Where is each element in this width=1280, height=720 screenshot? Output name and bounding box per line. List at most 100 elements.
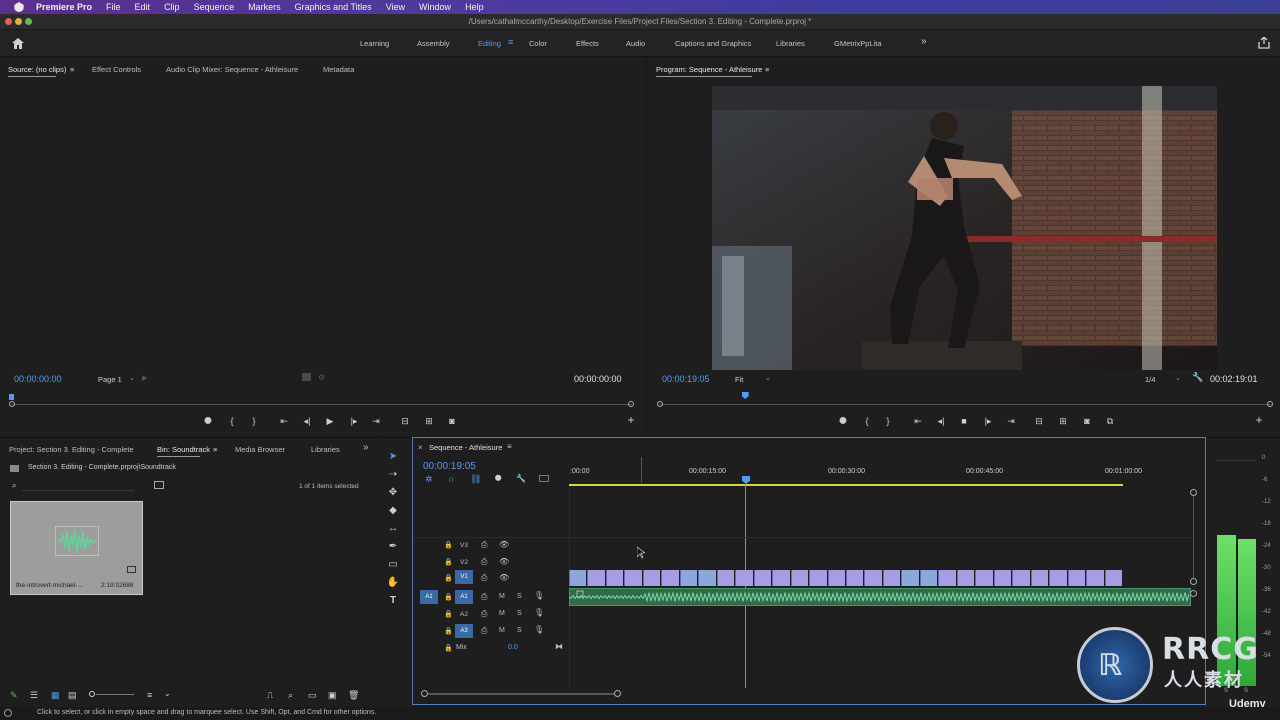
source-panel-menu-icon[interactable]: ≡ bbox=[70, 65, 74, 74]
v1-video-clip[interactable] bbox=[1086, 570, 1104, 586]
menu-edit[interactable]: Edit bbox=[135, 2, 151, 12]
source-zoom-handle-left[interactable] bbox=[9, 401, 15, 407]
v1-video-clip[interactable] bbox=[790, 570, 809, 586]
page-next-icon[interactable]: ▶ bbox=[142, 374, 147, 382]
v1-video-clip[interactable] bbox=[661, 570, 679, 586]
a1-mute-button[interactable]: M bbox=[499, 593, 505, 600]
type-tool-icon[interactable]: T bbox=[386, 594, 400, 608]
source-go-to-out-icon[interactable]: ⇥ bbox=[370, 416, 382, 426]
audio-vscroll-top-handle[interactable] bbox=[1190, 590, 1197, 597]
new-bin-from-search-icon[interactable] bbox=[154, 481, 164, 489]
v1-video-clip[interactable] bbox=[919, 570, 938, 586]
tab-bin-soundtrack[interactable]: Bin: Soundtrack bbox=[157, 445, 210, 457]
program-extract-icon[interactable]: ⊞ bbox=[1057, 416, 1069, 426]
workspace-editing[interactable]: Editing bbox=[478, 39, 501, 48]
v1-video-clip[interactable] bbox=[679, 570, 698, 586]
program-mark-in-icon[interactable]: { bbox=[861, 416, 873, 426]
tab-sequence-athleisure[interactable]: Sequence - Athleisure bbox=[429, 443, 502, 452]
v1-video-clip[interactable] bbox=[1030, 570, 1049, 586]
program-zoom-select[interactable]: Fit bbox=[735, 375, 743, 384]
v1-video-clip[interactable] bbox=[716, 570, 735, 586]
workspace-captions-and-graphics[interactable]: Captions and Graphics bbox=[675, 39, 751, 48]
ripple-edit-tool-icon[interactable]: ✥ bbox=[386, 486, 400, 500]
workspace-effects[interactable]: Effects bbox=[576, 39, 599, 48]
insert-nest-icon[interactable]: ✲ bbox=[425, 474, 433, 485]
menu-help[interactable]: Help bbox=[465, 2, 484, 12]
program-settings-wrench-icon[interactable]: 🔧 bbox=[1192, 372, 1203, 383]
v1-video-clip[interactable] bbox=[569, 570, 587, 586]
timeline-hscroll-left-handle[interactable] bbox=[421, 690, 428, 697]
a2-mute-button[interactable]: M bbox=[499, 610, 505, 617]
track-select-tool-icon[interactable]: ⇢ bbox=[386, 468, 400, 482]
v2-lock-icon[interactable]: 🔒 bbox=[444, 558, 453, 566]
a3-lock-icon[interactable]: 🔒 bbox=[444, 627, 453, 635]
menu-file[interactable]: File bbox=[106, 2, 121, 12]
program-add-marker-icon[interactable]: ⯃ bbox=[837, 416, 849, 426]
a1-sync-icon[interactable]: ⎙ bbox=[481, 592, 487, 602]
timeline-vscroll-track[interactable] bbox=[1193, 496, 1194, 578]
timeline-panel-menu-icon[interactable]: ≡ bbox=[507, 442, 512, 451]
zoom-slider-handle[interactable] bbox=[89, 691, 95, 697]
source-step-forward-icon[interactable]: |▸ bbox=[348, 416, 360, 426]
program-zoom-handle-right[interactable] bbox=[1267, 401, 1273, 407]
a1-mic-icon[interactable]: 🎙 bbox=[534, 591, 544, 600]
timeline-playhead-line[interactable] bbox=[745, 484, 746, 688]
track-label-a1[interactable]: A1 bbox=[455, 590, 473, 604]
source-settings-icon[interactable]: ⚙ bbox=[318, 373, 325, 382]
apple-icon[interactable] bbox=[14, 2, 24, 12]
a2-mic-icon[interactable]: 🎙 bbox=[534, 608, 544, 617]
timeline-vscroll-top-handle[interactable] bbox=[1190, 489, 1197, 496]
resolution-chevron-down-icon[interactable]: ⌄ bbox=[1175, 374, 1181, 382]
program-lift-icon[interactable]: ⊟ bbox=[1033, 416, 1045, 426]
tab-metadata[interactable]: Metadata bbox=[323, 65, 354, 74]
find-icon[interactable]: ⌕ bbox=[288, 690, 293, 701]
a1-lock-icon[interactable]: 🔒 bbox=[444, 593, 453, 601]
home-icon[interactable] bbox=[12, 38, 24, 49]
timeline-add-marker-icon[interactable]: ⯃ bbox=[495, 474, 501, 484]
workspace-menu-icon[interactable]: ≡ bbox=[508, 37, 513, 47]
v1-video-clip[interactable] bbox=[846, 570, 864, 586]
v3-eye-icon[interactable]: 👁 bbox=[499, 540, 509, 549]
bin-panel-menu-icon[interactable]: ≡ bbox=[213, 445, 217, 454]
menu-markers[interactable]: Markers bbox=[248, 2, 281, 12]
razor-tool-icon[interactable]: ◆ bbox=[386, 504, 400, 518]
timeline-settings-wrench-icon[interactable]: 🔧 bbox=[516, 474, 526, 483]
source-insert-icon[interactable]: ⊟ bbox=[399, 416, 411, 426]
workspace-assembly[interactable]: Assembly bbox=[417, 39, 450, 48]
program-compare-view-icon[interactable]: ⧉ bbox=[1104, 416, 1116, 426]
program-stop-icon[interactable]: ■ bbox=[958, 416, 970, 426]
timeline-hscroll-track[interactable] bbox=[428, 693, 614, 695]
v1-video-clip[interactable] bbox=[642, 570, 661, 586]
new-bin-icon[interactable]: ▭ bbox=[308, 690, 317, 701]
v1-video-clip[interactable] bbox=[1104, 570, 1122, 586]
program-export-frame-icon[interactable]: ◙ bbox=[1081, 416, 1093, 426]
a2-solo-button[interactable]: S bbox=[517, 610, 522, 617]
program-scrub-bar[interactable] bbox=[659, 404, 1271, 405]
selection-tool-icon[interactable]: ➤ bbox=[386, 450, 400, 464]
v1-video-clip[interactable] bbox=[938, 570, 956, 586]
linked-selection-icon[interactable]: ⛓ bbox=[470, 474, 481, 485]
program-go-to-out-icon[interactable]: ⇥ bbox=[1005, 416, 1017, 426]
mix-volume-value[interactable]: 0.0 bbox=[508, 644, 518, 651]
close-sequence-tab-icon[interactable]: × bbox=[418, 443, 423, 452]
timeline-timecode[interactable]: 00:00:19:05 bbox=[423, 461, 476, 472]
tab-media-browser[interactable]: Media Browser bbox=[235, 445, 285, 454]
rectangle-tool-icon[interactable]: ▭ bbox=[386, 558, 400, 572]
new-item-icon[interactable]: ▣ bbox=[328, 690, 337, 701]
v1-lock-icon[interactable]: 🔒 bbox=[444, 574, 453, 582]
v1-video-clip[interactable] bbox=[901, 570, 919, 586]
source-export-frame-icon[interactable]: ◙ bbox=[446, 416, 458, 426]
a3-mic-icon[interactable]: 🎙 bbox=[534, 625, 544, 634]
a1-audio-clip[interactable] bbox=[569, 588, 1191, 606]
source-page-select[interactable]: Page 1 bbox=[98, 375, 122, 384]
source-timecode-in[interactable]: 00:00:00:00 bbox=[14, 374, 62, 384]
v1-video-clip[interactable] bbox=[1067, 570, 1086, 586]
v1-eye-icon[interactable]: 👁 bbox=[499, 573, 509, 582]
track-label-a2[interactable]: A2 bbox=[456, 611, 472, 618]
menu-app-name[interactable]: Premiere Pro bbox=[36, 2, 92, 12]
source-go-to-in-icon[interactable]: ⇤ bbox=[278, 416, 290, 426]
tab-libraries[interactable]: Libraries bbox=[311, 445, 340, 454]
menu-window[interactable]: Window bbox=[419, 2, 451, 12]
slip-tool-icon[interactable]: ↔ bbox=[386, 522, 400, 536]
source-add-marker-icon[interactable]: ⯃ bbox=[202, 416, 214, 426]
